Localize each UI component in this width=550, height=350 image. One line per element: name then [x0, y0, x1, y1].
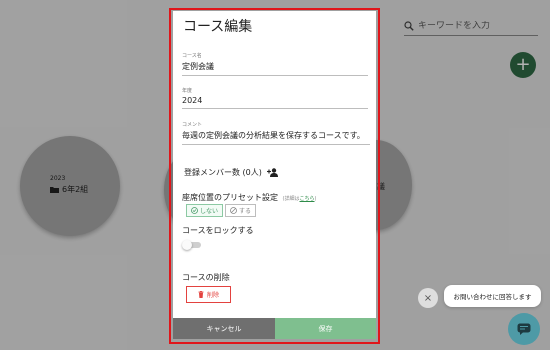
- seat-preset-label: 座席位置のプリセット設定: [182, 193, 278, 202]
- members-label: 登録メンバー数 (0人): [184, 168, 262, 177]
- dialog-title: コース編集: [183, 19, 253, 35]
- preset-option-yes-label: する: [239, 208, 252, 215]
- lock-toggle[interactable]: [182, 240, 202, 250]
- block-icon: [230, 207, 237, 214]
- comment-label: コメント: [182, 122, 203, 128]
- preset-option-no[interactable]: しない: [186, 204, 224, 217]
- course-name-input[interactable]: 定例会議: [182, 61, 368, 75]
- course-name-field[interactable]: コース名 定例会議: [182, 52, 368, 76]
- delete-section-label: コースの削除: [182, 273, 230, 282]
- delete-button[interactable]: 削除: [186, 286, 231, 303]
- trash-icon: [198, 291, 204, 298]
- year-input[interactable]: 2024: [182, 96, 368, 108]
- year-field[interactable]: 年度 2024: [182, 87, 368, 109]
- add-person-icon[interactable]: [266, 168, 279, 177]
- check-circle-icon: [191, 207, 198, 214]
- comment-field[interactable]: コメント 毎週の定例会議の分析結果を保存するコースです。: [182, 121, 370, 145]
- detail-link[interactable]: こちら: [300, 196, 315, 202]
- chat-icon: [517, 323, 531, 335]
- comment-input[interactable]: 毎週の定例会議の分析結果を保存するコースです。: [182, 130, 370, 144]
- lock-toggle-thumb: [182, 240, 192, 250]
- course-name-label: コース名: [182, 53, 202, 59]
- delete-button-label: 削除: [206, 292, 219, 299]
- preset-option-no-label: しない: [200, 208, 219, 215]
- year-label: 年度: [182, 88, 193, 94]
- detail-prefix: (詳細は: [282, 196, 300, 202]
- preset-option-yes[interactable]: する: [225, 204, 257, 217]
- chat-bubble[interactable]: お問い合わせに回答します: [444, 285, 541, 307]
- dialog-footer: キャンセル 保存: [173, 318, 376, 339]
- lock-label: コースをロックする: [182, 226, 254, 235]
- detail-suffix: ): [314, 196, 317, 202]
- cancel-button[interactable]: キャンセル: [173, 318, 275, 339]
- seat-preset-label-row: 座席位置のプリセット設定 (詳細はこちら): [182, 192, 316, 203]
- seat-preset-toggle: しない する: [186, 204, 257, 217]
- chat-button[interactable]: [508, 313, 540, 345]
- seat-preset-detail: (詳細はこちら): [283, 196, 317, 202]
- members-row: 登録メンバー数 (0人): [184, 167, 279, 178]
- course-edit-dialog: コース編集 コース名 定例会議 年度 2024 コメント 毎週の定例会議の分析結…: [173, 11, 376, 339]
- chat-close-button[interactable]: ×: [418, 288, 438, 308]
- save-button[interactable]: 保存: [275, 318, 376, 339]
